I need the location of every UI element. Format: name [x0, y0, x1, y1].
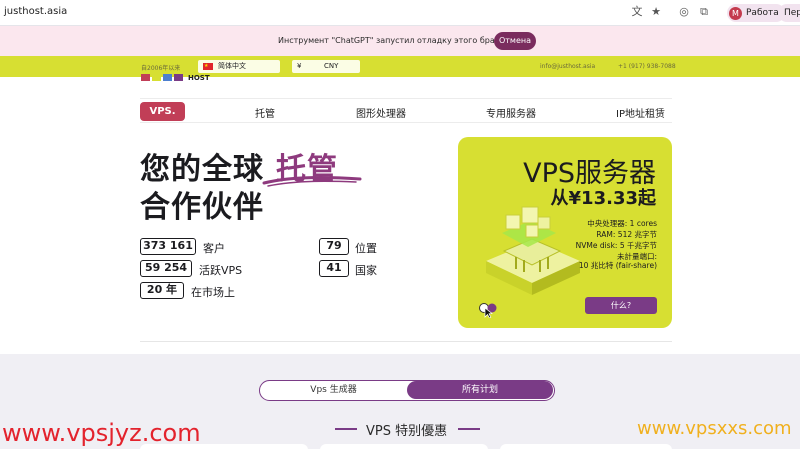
spec-disk: NVMe disk: 5 千兆字节 [575, 241, 657, 250]
hero-swash-decoration [262, 176, 362, 187]
profile-button-2[interactable]: Пер [778, 4, 800, 22]
language-label: 简体中文 [218, 62, 246, 70]
browser-toolbar: justhost.asia 文 ★ ◎ ⧉ М Работа Пер [0, 0, 800, 26]
what-button[interactable]: 什么? [585, 297, 657, 314]
profile-label: Работа [746, 8, 779, 18]
tab-all-plans[interactable]: 所有计划 [407, 381, 553, 399]
debug-banner: Инструмент "ChatGPT" запустил отладку эт… [0, 26, 800, 56]
nav-item-dedicated[interactable]: 专用服务器 [486, 105, 536, 120]
currency-code: CNY [324, 62, 339, 70]
spec-port: 未計量端口: [616, 252, 657, 261]
watermark-left: www.vpsjyz.com [2, 419, 201, 447]
translate-icon[interactable]: 文 [630, 5, 644, 19]
main-nav: VPS. 托管 图形处理器 专用服务器 IP地址租赁 [140, 98, 672, 123]
stat-clients-label: 客户 [203, 242, 225, 255]
language-select[interactable]: 简体中文 [198, 60, 280, 73]
logo-text: HOST [188, 74, 210, 82]
logo-block-red [141, 74, 150, 81]
stat-clients-value: 373 161 [140, 238, 196, 255]
offer-card-stub [320, 444, 488, 454]
stat-countries-label: 国家 [355, 264, 377, 277]
stat-countries-value: 41 [319, 260, 349, 277]
debug-message: Инструмент "ChatGPT" запустил отладку эт… [278, 36, 522, 45]
nav-item-hosting[interactable]: 托管 [255, 105, 275, 120]
site-topband: 自2006年以来 简体中文 ¥ CNY info@justhost.asia +… [0, 56, 800, 77]
stat-locations-label: 位置 [355, 242, 377, 255]
stat-vps-value: 59 254 [140, 260, 192, 277]
cursor-icon [479, 303, 497, 318]
nav-vps-button[interactable]: VPS. [140, 102, 185, 121]
avatar: М [729, 6, 742, 20]
since-text: 自2006年以来 [141, 65, 181, 72]
cancel-debug-button[interactable]: Отмена [494, 32, 536, 50]
logo-block-lime [152, 74, 161, 81]
hero-title-line2: 合作伙伴 [140, 190, 264, 225]
bookmark-star-icon[interactable]: ★ [649, 5, 663, 19]
contact-email[interactable]: info@justhost.asia [540, 63, 595, 70]
spec-cpu: 中央处理器: 1 cores [587, 219, 657, 228]
contact-phone[interactable]: +1 (917) 938-7088 [618, 63, 676, 70]
stat-vps-label: 活跃VPS [199, 264, 243, 277]
vps-card[interactable]: VPS服务器 从¥13.33起 中央处理器: 1 cores RAM: 512 … [458, 137, 672, 328]
offers-title: VPS 特别優惠 [366, 424, 448, 439]
logo-block-purple [174, 74, 183, 81]
currency-select[interactable]: ¥ CNY [292, 60, 360, 73]
tab-vps-builder[interactable]: Vps 生成器 [260, 381, 407, 399]
spec-ram: RAM: 512 兆字节 [596, 230, 657, 239]
address-bar[interactable]: justhost.asia [4, 6, 67, 17]
stat-locations-value: 79 [319, 238, 349, 255]
nav-item-gpu[interactable]: 图形处理器 [356, 105, 406, 120]
watermark-right: www.vpsxxs.com [637, 418, 792, 439]
extension-icon[interactable]: ◎ [677, 5, 691, 19]
china-flag-icon [203, 60, 213, 73]
stat-years-label: 在市场上 [191, 286, 235, 299]
plans-toggle[interactable]: Vps 生成器 所有计划 [259, 380, 555, 401]
spec-bandwidth: 10 兆比特 (fair-share) [578, 261, 657, 270]
site-logo[interactable] [141, 74, 183, 82]
section-divider [140, 341, 672, 342]
nav-item-ip-rental[interactable]: IP地址租赁 [616, 105, 665, 120]
profile-button[interactable]: М Работа [727, 4, 785, 22]
offer-title-line-left [335, 428, 357, 430]
offer-card-stub [500, 444, 672, 454]
stat-years-value: 20 年 [140, 282, 184, 299]
currency-symbol: ¥ [297, 62, 302, 70]
offer-title-line-right [458, 428, 480, 430]
server-illustration-icon [486, 206, 580, 295]
puzzle-icon[interactable]: ⧉ [697, 5, 711, 19]
logo-block-blue [163, 74, 172, 81]
